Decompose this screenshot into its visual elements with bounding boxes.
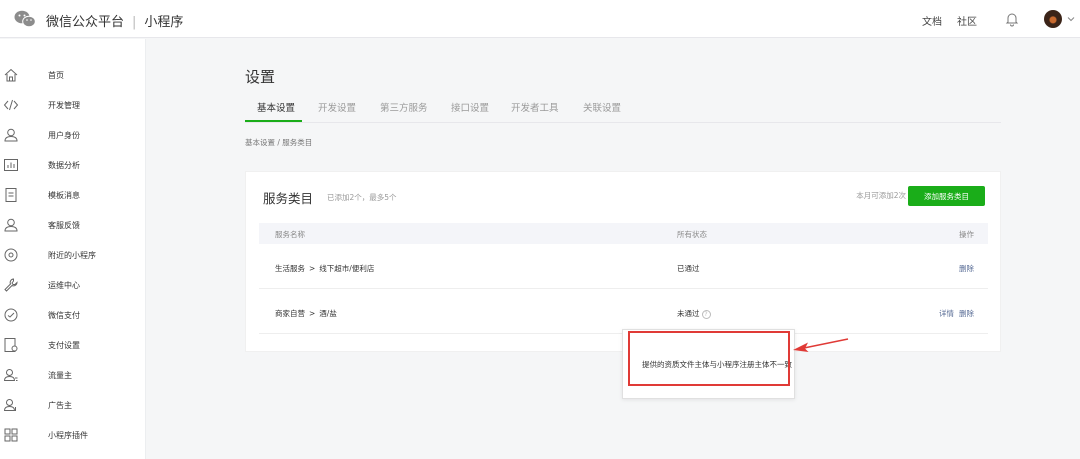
details-link[interactable]: 详情 xyxy=(939,308,954,319)
category-separator: > xyxy=(309,264,316,273)
service-category-card: 服务类目 已添加2个，最多5个 本月可添加2次 添加服务类目 服务名称 所有状态… xyxy=(245,171,1001,352)
chart-icon xyxy=(4,159,18,171)
brand-name: 微信公众平台 xyxy=(46,15,125,30)
product-name: 小程序 xyxy=(144,15,184,30)
add-service-category-button[interactable]: 添加服务类目 xyxy=(908,186,985,206)
help-icon[interactable]: ? xyxy=(701,309,711,319)
tabs-divider xyxy=(245,122,1001,123)
payment-settings-icon xyxy=(4,338,18,352)
tab-api-settings[interactable]: 接口设置 xyxy=(451,100,489,114)
card-subtitle: 已添加2个，最多5个 xyxy=(327,193,397,202)
sidebar-item-traffic-host[interactable]: 流量主 xyxy=(0,360,145,390)
sidebar-item-customer-feedback[interactable]: 客服反馈 xyxy=(0,210,145,240)
sidebar-item-analytics[interactable]: 数据分析 xyxy=(0,150,145,180)
delete-link[interactable]: 删除 xyxy=(959,263,974,274)
home-icon xyxy=(4,68,18,82)
sidebar-item-advertiser[interactable]: 广告主 xyxy=(0,390,145,420)
table-header: 服务名称 所有状态 操作 xyxy=(259,223,988,244)
sidebar-item-label: 运维中心 xyxy=(48,280,80,290)
sidebar-item-label: 微信支付 xyxy=(48,310,80,320)
page-title: 设置 xyxy=(245,68,276,86)
annotation-arrow-icon xyxy=(793,338,849,352)
code-icon xyxy=(3,99,19,111)
status-cell: 未通过? xyxy=(677,308,711,319)
annotation-highlight-box xyxy=(628,331,790,386)
breadcrumb: 基本设置 / 服务类目 xyxy=(245,138,313,147)
sidebar-item-label: 广告主 xyxy=(48,400,72,410)
bell-icon[interactable] xyxy=(1005,11,1019,27)
sidebar-item-ops-center[interactable]: 运维中心 xyxy=(0,270,145,300)
column-header-status: 所有状态 xyxy=(677,230,707,239)
payment-icon xyxy=(4,308,18,322)
status-text: 未通过 xyxy=(677,309,700,318)
category: 生活服务 xyxy=(275,264,305,273)
tab-dev-tools[interactable]: 开发者工具 xyxy=(511,100,559,114)
sidebar-item-label: 模板消息 xyxy=(48,190,80,200)
sidebar-item-label: 小程序插件 xyxy=(48,430,88,440)
sidebar-item-dev-manage[interactable]: 开发管理 xyxy=(0,90,145,120)
wrench-icon xyxy=(4,278,18,292)
support-icon xyxy=(4,218,18,232)
docs-link[interactable]: 文档 xyxy=(922,13,942,28)
plugin-icon xyxy=(4,428,18,442)
category: 商家自营 xyxy=(275,309,305,318)
location-icon xyxy=(4,248,18,262)
sidebar: 首页 开发管理 用户身份 数据分析 模板消息 客服反馈 附近的小程序 运维中心 … xyxy=(0,39,146,459)
table-row: 商家自营 > 酒/盐 未通过? 详情 删除 xyxy=(259,289,988,334)
sidebar-item-label: 开发管理 xyxy=(48,100,80,110)
tab-third-party[interactable]: 第三方服务 xyxy=(380,100,428,114)
service-name: 商家自营 > 酒/盐 xyxy=(275,308,337,319)
sidebar-item-plugins[interactable]: 小程序插件 xyxy=(0,420,145,450)
tab-link-settings[interactable]: 关联设置 xyxy=(583,100,621,114)
sidebar-item-label: 客服反馈 xyxy=(48,220,80,230)
subcategory: 酒/盐 xyxy=(319,309,337,318)
sidebar-item-label: 流量主 xyxy=(48,370,72,380)
tab-basic-settings[interactable]: 基本设置 xyxy=(257,100,295,114)
wechat-logo-icon[interactable] xyxy=(14,10,36,28)
delete-link[interactable]: 删除 xyxy=(959,308,974,319)
sidebar-item-pay-settings[interactable]: 支付设置 xyxy=(0,330,145,360)
sidebar-item-label: 数据分析 xyxy=(48,160,80,170)
sidebar-item-template-message[interactable]: 模板消息 xyxy=(0,180,145,210)
brand-title[interactable]: 微信公众平台 | 小程序 xyxy=(46,11,183,30)
avatar[interactable] xyxy=(1044,10,1062,28)
tab-dev-settings[interactable]: 开发设置 xyxy=(318,100,356,114)
sidebar-item-nearby[interactable]: 附近的小程序 xyxy=(0,240,145,270)
sidebar-item-label: 附近的小程序 xyxy=(48,250,96,260)
column-header-actions: 操作 xyxy=(959,230,974,239)
top-bar: 微信公众平台 | 小程序 文档 社区 xyxy=(0,0,1080,38)
user-icon xyxy=(4,128,18,142)
advertiser-icon xyxy=(3,399,16,411)
table-row: 生活服务 > 线下超市/便利店 已通过 删除 xyxy=(259,244,988,289)
sidebar-item-user-identity[interactable]: 用户身份 xyxy=(0,120,145,150)
service-name: 生活服务 > 线下超市/便利店 xyxy=(275,263,374,274)
sidebar-item-home[interactable]: 首页 xyxy=(0,60,145,90)
sidebar-item-label: 支付设置 xyxy=(48,340,80,350)
card-title: 服务类目 xyxy=(263,191,314,206)
column-header-name: 服务名称 xyxy=(275,230,305,239)
sidebar-item-wechat-pay[interactable]: 微信支付 xyxy=(0,300,145,330)
brand-separator: | xyxy=(132,15,137,30)
status-text: 已通过 xyxy=(677,264,700,273)
sidebar-item-label: 用户身份 xyxy=(48,130,80,140)
community-link[interactable]: 社区 xyxy=(957,13,977,28)
document-icon xyxy=(5,188,17,202)
subcategory: 线下超市/便利店 xyxy=(319,264,375,273)
chevron-down-icon[interactable] xyxy=(1067,15,1075,23)
quota-text: 本月可添加2次 xyxy=(856,191,906,200)
traffic-icon xyxy=(3,369,18,381)
category-separator: > xyxy=(309,309,316,318)
sidebar-item-label: 首页 xyxy=(48,70,64,80)
